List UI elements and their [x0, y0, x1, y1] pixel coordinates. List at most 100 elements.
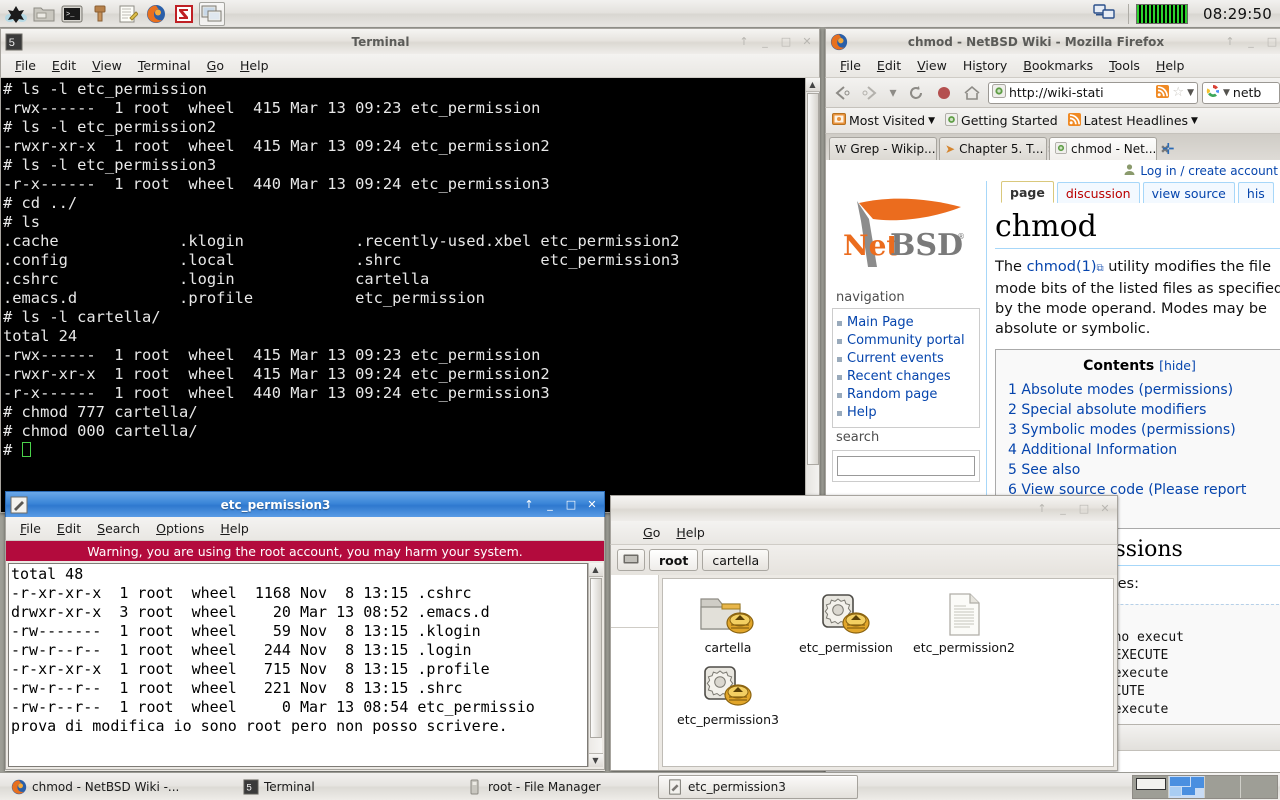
toc-entry[interactable]: 4 Additional Information — [1008, 440, 1271, 460]
menu-help[interactable]: Help — [212, 519, 257, 538]
menu-file[interactable]: File — [12, 519, 49, 538]
nav-item-main-page[interactable]: Main Page — [837, 314, 975, 332]
close-button[interactable]: ✕ — [797, 33, 817, 51]
editor-scrollbar[interactable]: ▲ ▼ — [588, 563, 602, 767]
workspace-4[interactable] — [1241, 776, 1277, 798]
menu-view[interactable]: View — [84, 56, 130, 75]
menu-tools[interactable]: Tools — [1101, 56, 1148, 75]
menu-file[interactable]: File — [832, 56, 869, 75]
menu-history[interactable]: History — [955, 56, 1015, 75]
menu-go[interactable]: Go — [635, 523, 668, 542]
scrollbar-thumb[interactable] — [807, 93, 819, 465]
search-input[interactable]: netb — [1233, 85, 1261, 100]
file-manager-sidebar[interactable] — [611, 575, 659, 770]
shade-button[interactable]: ↑ — [734, 33, 754, 51]
wiki-tab-page[interactable]: page — [1001, 181, 1054, 203]
clock[interactable]: 08:29:50 — [1203, 5, 1280, 23]
maximize-button[interactable]: □ — [561, 496, 581, 514]
login-link[interactable]: Log in / create account — [1140, 164, 1278, 178]
menu-help[interactable]: Help — [1148, 56, 1193, 75]
file-item-etc-permission2[interactable]: etc_permission2 — [905, 587, 1023, 659]
editor-window[interactable]: etc_permission3 ↑ _ □ ✕ File Edit Search… — [5, 491, 605, 771]
home-icon[interactable] — [960, 82, 984, 104]
taskbar-button-editor[interactable]: etc_permission3 — [658, 775, 858, 799]
terminal-scrollbar[interactable]: ▲ ▼ — [805, 78, 819, 512]
minimize-button[interactable]: _ — [1241, 33, 1261, 51]
file-manager-icon-view[interactable]: cartella — [662, 578, 1114, 767]
toc-entry[interactable]: 1 Absolute modes (permissions) — [1008, 380, 1271, 400]
wiki-tab-view-source[interactable]: view source — [1143, 182, 1235, 203]
terminal-titlebar[interactable]: 5 Terminal ↑ _ □ ✕ — [0, 28, 820, 54]
netbsd-logo[interactable]: Net BSD ® — [832, 185, 980, 288]
menu-terminal[interactable]: Terminal — [130, 56, 199, 75]
menu-help[interactable]: Help — [232, 56, 277, 75]
toc-entry[interactable]: 2 Special absolute modifiers — [1008, 400, 1271, 420]
file-manager-icon[interactable] — [31, 2, 57, 26]
shade-button[interactable]: ↑ — [1032, 500, 1052, 518]
tab-chapter-5[interactable]: ➤ Chapter 5. T... ✖ — [939, 137, 1047, 160]
nav-item-current-events[interactable]: Current events — [837, 350, 975, 368]
computer-icon[interactable] — [617, 549, 645, 571]
search-bar[interactable]: ▼ netb — [1202, 82, 1280, 104]
taskbar-button-terminal[interactable]: 5 Terminal — [234, 775, 458, 799]
minimize-button[interactable]: _ — [1053, 500, 1073, 518]
chevron-down-icon[interactable]: ▼ — [1223, 88, 1230, 98]
firefox-titlebar[interactable]: chmod - NetBSD Wiki - Mozilla Firefox ↑ … — [825, 28, 1280, 54]
rss-feed-icon[interactable] — [1156, 85, 1169, 101]
terminal-window[interactable]: 5 Terminal ↑ _ □ ✕ File Edit View Termin… — [0, 28, 820, 513]
filezilla-icon[interactable] — [171, 2, 197, 26]
contents-hide-link[interactable]: [hide] — [1159, 358, 1196, 373]
tab-chmod-netbsd[interactable]: chmod - Net... ✖ — [1049, 137, 1157, 160]
wiki-search-input[interactable] — [837, 456, 975, 476]
chevron-down-icon[interactable]: ▾ — [886, 82, 900, 104]
workspace-1[interactable] — [1133, 776, 1169, 798]
path-button-root[interactable]: root — [649, 549, 698, 571]
menu-view[interactable]: View — [909, 56, 955, 75]
workspace-3[interactable] — [1205, 776, 1241, 798]
wiki-tab-history[interactable]: his — [1238, 182, 1274, 203]
paint-brush-icon[interactable] — [87, 2, 113, 26]
editor-text-area[interactable]: total 48 -r-xr-xr-x 1 root wheel 1168 No… — [8, 563, 588, 767]
scroll-up-arrow-icon[interactable]: ▲ — [806, 78, 820, 92]
firefox-icon[interactable] — [143, 2, 169, 26]
stop-icon[interactable] — [932, 82, 956, 104]
shade-button[interactable]: ↑ — [519, 496, 539, 514]
star-icon[interactable]: ☆ — [1172, 85, 1184, 100]
taskbar-button-firefox[interactable]: chmod - NetBSD Wiki -... — [2, 775, 234, 799]
maximize-button[interactable]: □ — [1262, 33, 1280, 51]
scroll-down-arrow-icon[interactable]: ▼ — [589, 753, 603, 767]
toc-entry[interactable]: 3 Symbolic modes (permissions) — [1008, 420, 1271, 440]
close-button[interactable]: ✕ — [1095, 500, 1115, 518]
text-editor-icon[interactable] — [115, 2, 141, 26]
file-manager-titlebar[interactable]: ↑ _ □ ✕ — [610, 495, 1118, 521]
reload-icon[interactable] — [904, 82, 928, 104]
url-bar[interactable]: http://wiki-stati ☆ ▼ — [988, 82, 1198, 104]
maximize-button[interactable]: □ — [776, 33, 796, 51]
cpu-graph-monitor[interactable] — [1136, 4, 1188, 24]
tab-grep-wikipedia[interactable]: W Grep - Wikip... ✖ — [829, 137, 937, 160]
file-manager-window[interactable]: ↑ _ □ ✕ Go Help root cartella — [610, 495, 1118, 771]
xfce-mouse-icon[interactable] — [3, 2, 29, 26]
minimize-button[interactable]: _ — [755, 33, 775, 51]
menu-edit[interactable]: Edit — [44, 56, 84, 75]
menu-bookmarks[interactable]: Bookmarks — [1015, 56, 1101, 75]
bookmark-latest-headlines[interactable]: Latest Headlines ▼ — [1068, 113, 1198, 129]
workspace-2[interactable] — [1169, 776, 1205, 798]
terminal-icon[interactable]: >_ — [59, 2, 85, 26]
nav-item-recent-changes[interactable]: Recent changes — [837, 368, 975, 386]
menu-edit[interactable]: Edit — [869, 56, 909, 75]
wiki-tab-discussion[interactable]: discussion — [1057, 182, 1140, 203]
menu-help[interactable]: Help — [668, 523, 713, 542]
plus-icon[interactable]: ✛ — [1159, 140, 1178, 160]
file-item-etc-permission[interactable]: etc_permission — [787, 587, 905, 659]
chevron-down-icon[interactable]: ▼ — [1187, 88, 1194, 98]
taskbar-button-file-manager[interactable]: root - File Manager — [458, 775, 658, 799]
maximize-button[interactable]: □ — [1074, 500, 1094, 518]
menu-options[interactable]: Options — [148, 519, 212, 538]
menu-go[interactable]: Go — [199, 56, 232, 75]
url-text[interactable]: http://wiki-stati — [1009, 85, 1153, 100]
google-icon[interactable] — [1206, 84, 1220, 101]
forward-arrow-icon[interactable] — [858, 82, 882, 104]
nav-item-random-page[interactable]: Random page — [837, 386, 975, 404]
menu-edit[interactable]: Edit — [49, 519, 89, 538]
